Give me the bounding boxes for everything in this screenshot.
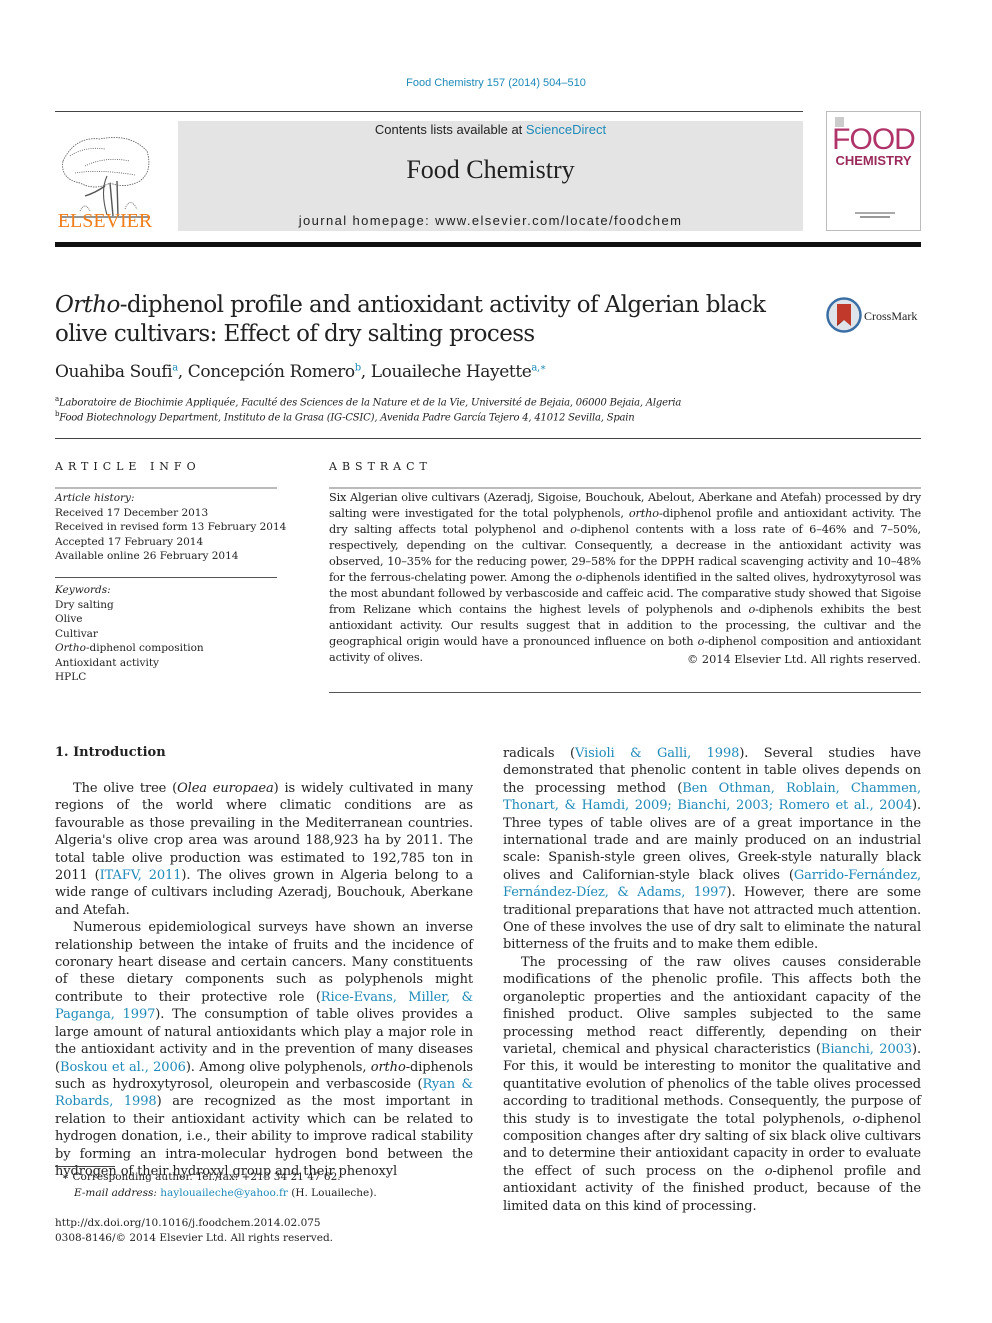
contents-line: Contents lists available at ScienceDirec…	[178, 122, 803, 137]
keyword[interactable]: Ortho-diphenol composition	[55, 642, 204, 654]
keyword[interactable]: Olive	[55, 613, 82, 625]
crossmark-label[interactable]: CrossMark	[864, 309, 917, 324]
history-item: Received 17 December 2013	[55, 506, 209, 519]
body-column-left: The olive tree (Olea europaea) is widely…	[55, 780, 473, 1180]
article-title: Ortho-diphenol profile and antioxidant a…	[55, 291, 805, 349]
italic-text: Olea europaea	[177, 781, 274, 796]
top-divider	[55, 111, 803, 112]
email-suffix: (H. Louaileche).	[287, 1187, 377, 1199]
issn-copyright: 0308-8146/© 2014 Elsevier Ltd. All right…	[55, 1232, 334, 1244]
italic-text: ortho	[628, 507, 659, 520]
doi-link[interactable]: http://dx.doi.org/10.1016/j.foodchem.201…	[55, 1217, 321, 1229]
journal-homepage[interactable]: journal homepage: www.elsevier.com/locat…	[178, 213, 803, 228]
keywords-label: Keywords:	[55, 584, 111, 596]
elsevier-logo-text[interactable]: ELSEVIER	[55, 210, 155, 233]
citation-link[interactable]: Boskou et al., 2006	[60, 1060, 186, 1075]
contents-prefix: Contents lists available at	[374, 122, 526, 137]
affiliation: bFood Biotechnology Department, Institut…	[55, 410, 635, 423]
keyword[interactable]: Antioxidant activity	[55, 657, 159, 669]
title-rest: -diphenol profile and antioxidant activi…	[55, 292, 766, 347]
body-paragraph: The olive tree (Olea europaea) is widely…	[55, 780, 473, 919]
author-separator: ,	[360, 362, 371, 382]
header-thick-divider	[55, 242, 921, 247]
keywords-divider	[55, 577, 277, 578]
body-paragraph: The processing of the raw olives causes …	[503, 954, 921, 1215]
history-item: Available online 26 February 2014	[55, 550, 239, 562]
article-info-heading: ARTICLE INFO	[55, 460, 201, 473]
author-name[interactable]: Louaileche Hayette	[371, 362, 532, 382]
article-info-divider	[55, 487, 277, 489]
title-italic-part: Ortho	[55, 292, 120, 318]
history-label: Article history:	[55, 492, 135, 504]
cover-title-chemistry: CHEMISTRY	[835, 153, 912, 168]
email-label: E-mail address:	[74, 1187, 161, 1199]
italic-text: o	[570, 523, 577, 536]
text-run: ). Among olive polyphenols,	[185, 1059, 371, 1075]
citation-link[interactable]: ITAFV, 2011	[100, 868, 182, 883]
cover-title-food: FOOD	[832, 123, 916, 156]
affiliation-divider	[55, 438, 921, 439]
author-name[interactable]: Ouahiba Soufi	[55, 362, 173, 382]
text-run: radicals (	[503, 746, 575, 761]
citation-link[interactable]: Visioli & Galli, 1998	[575, 746, 739, 761]
sciencedirect-link[interactable]: ScienceDirect	[526, 122, 606, 137]
journal-name: Food Chemistry	[406, 155, 575, 184]
affiliation-text: Food Biotechnology Department, Instituto…	[59, 412, 635, 424]
author-list: Ouahiba Soufia, Concepción Romerob, Loua…	[55, 362, 547, 382]
history-item: Received in revised form 13 February 201…	[55, 521, 287, 533]
author-separator: ,	[177, 362, 188, 382]
abstract-copyright: © 2014 Elsevier Ltd. All rights reserved…	[687, 653, 921, 666]
author-name[interactable]: Concepción Romero	[188, 362, 355, 382]
body-paragraph: Numerous epidemiological surveys have sh…	[55, 919, 473, 1180]
keyword[interactable]: Dry salting	[55, 599, 114, 611]
article-history: Article history: Received 17 December 20…	[55, 491, 286, 564]
abstract-heading: ABSTRACT	[329, 460, 432, 473]
text-run: The olive tree (	[73, 781, 178, 796]
cover-editor-line	[860, 216, 890, 218]
affiliation: aLaboratoire de Biochimie Appliquée, Fac…	[55, 395, 681, 408]
journal-citation-link[interactable]: Food Chemistry 157 (2014) 504–510	[0, 77, 992, 89]
keyword[interactable]: Cultivar	[55, 628, 98, 640]
abstract-bottom-divider	[329, 692, 921, 693]
affiliation-text: Laboratoire de Biochimie Appliquée, Facu…	[58, 397, 682, 409]
footnote-divider	[55, 1166, 115, 1167]
italic-text: ortho	[370, 1059, 406, 1075]
author-affiliation-marker[interactable]: a,∗	[531, 362, 546, 373]
body-paragraph: radicals (Visioli & Galli, 1998). Severa…	[503, 745, 921, 954]
history-item: Accepted 17 February 2014	[55, 535, 204, 548]
body-column-right: radicals (Visioli & Galli, 1998). Severa…	[503, 745, 921, 1215]
crossmark-icon[interactable]	[826, 297, 862, 333]
abstract-text: Six Algerian olive cultivars (Azeradj, S…	[329, 490, 921, 666]
keywords-list: Keywords: Dry salting Olive Cultivar Ort…	[55, 583, 204, 685]
cover-editor-line	[855, 212, 895, 214]
email-link[interactable]: haylouaileche@yahoo.fr	[160, 1187, 288, 1199]
email-note: E-mail address: haylouaileche@yahoo.fr (…	[74, 1187, 377, 1199]
keyword[interactable]: HPLC	[55, 671, 86, 683]
abstract-divider	[329, 487, 921, 489]
citation-link[interactable]: Bianchi, 2003	[821, 1042, 912, 1057]
section-heading-introduction: 1. Introduction	[55, 745, 166, 760]
corresponding-author-note: ∗ Corresponding author. Tel./fax: +213 3…	[62, 1171, 341, 1183]
